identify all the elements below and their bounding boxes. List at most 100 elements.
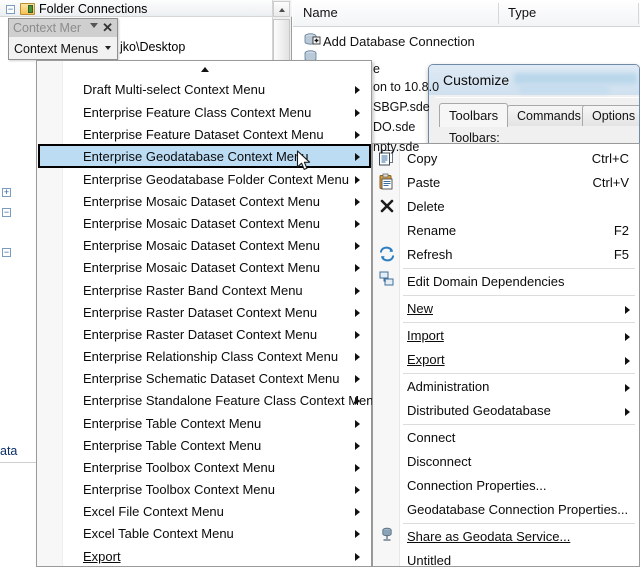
submenu-arrow-icon [625, 384, 630, 392]
menu-item-19[interactable]: Excel File Context Menu [38, 499, 371, 523]
menu-item-label: Enterprise Geodatabase Folder Context Me… [83, 171, 349, 187]
menu-item-6[interactable]: Enterprise Mosaic Dataset Context Menu [38, 211, 371, 235]
column-header-type[interactable]: Type [508, 5, 536, 20]
tree-obscured-item-1: SBGP.sde [373, 100, 430, 114]
menu-item-11[interactable]: Enterprise Raster Dataset Context Menu [38, 322, 371, 346]
context-menus-dropdown-label: Context Menus [14, 41, 99, 56]
submenu-arrow-icon [625, 357, 630, 365]
contents-row-add-database-connection[interactable]: Add Database Connection [323, 34, 475, 49]
submenu-item-accel: Ctrl+C [591, 151, 629, 166]
submenu-arrow-icon [625, 333, 630, 341]
menu-item-15[interactable]: Enterprise Table Context Menu [38, 411, 371, 435]
submenu-arrow-icon [355, 287, 360, 295]
submenu-item-rename[interactable]: Rename F2 [374, 219, 639, 243]
submenu-arrow-icon [355, 86, 360, 94]
submenu-arrow-icon [355, 486, 360, 494]
titlebar-blurred-text-1 [514, 73, 637, 84]
submenu-item-label: New [407, 301, 434, 316]
customize-dialog: Customize Toolbars Commands Options Tool… [428, 64, 640, 150]
tree-toggle-root[interactable]: − [6, 5, 15, 14]
submenu-arrow-icon [355, 397, 360, 405]
menu-item-16[interactable]: Enterprise Table Context Menu [38, 433, 371, 457]
submenu-arrow-icon [355, 508, 360, 516]
submenu-arrow-icon [355, 176, 360, 184]
menu-item-4[interactable]: Enterprise Geodatabase Folder Context Me… [38, 167, 371, 191]
menu-item-20[interactable]: Excel Table Context Menu [38, 521, 371, 545]
submenu-item-edit-domain-dependencies[interactable]: Edit Domain Dependencies [374, 270, 639, 294]
submenu-item-untitled[interactable]: Untitled [374, 549, 639, 567]
menu-item-3-selected[interactable]: Enterprise Geodatabase Context Menu [38, 144, 371, 168]
submenu-item-import[interactable]: Import [374, 324, 639, 348]
tree-item-folder-connections[interactable]: Folder Connections [20, 2, 147, 16]
submenu-item-disconnect[interactable]: Disconnect [374, 450, 639, 474]
submenu-item-connection-properties[interactable]: Connection Properties... [374, 474, 639, 498]
menu-item-1[interactable]: Enterprise Feature Class Context Menu [38, 100, 371, 124]
menu-item-0[interactable]: Draft Multi-select Context Menu [38, 77, 371, 101]
menu-item-5[interactable]: Enterprise Mosaic Dataset Context Menu [38, 189, 371, 213]
submenu-item-label: Untitled [407, 553, 452, 567]
menu-item-label: Enterprise Table Context Menu [83, 437, 262, 453]
customize-dialog-titlebar[interactable]: Customize [429, 65, 639, 95]
submenu-item-connect[interactable]: Connect [374, 426, 639, 450]
submenu-arrow-icon [355, 420, 360, 428]
context-menus-dropdown-button[interactable]: Context Menus [10, 38, 117, 59]
menu-item-18[interactable]: Enterprise Toolbox Context Menu [38, 477, 371, 501]
menu-item-label: Enterprise Feature Dataset Context Menu [83, 126, 324, 142]
submenu-item-label: Connect [407, 430, 456, 445]
menu-item-label: Enterprise Raster Band Context Menu [83, 282, 303, 298]
menu-item-10[interactable]: Enterprise Raster Dataset Context Menu [38, 300, 371, 324]
menu-item-label: Enterprise Feature Class Context Menu [83, 104, 312, 120]
menu-item-label: Draft Multi-select Context Menu [83, 81, 266, 97]
scrollbar-thumb[interactable] [273, 19, 290, 61]
server-icon [382, 527, 392, 541]
submenu-item-geodatabase-connection-properties[interactable]: Geodatabase Connection Properties... [374, 498, 639, 522]
tree-toggle-minus-1[interactable]: − [2, 208, 11, 217]
menu-item-9[interactable]: Enterprise Raster Band Context Menu [38, 278, 371, 302]
menu-item-14[interactable]: Enterprise Standalone Feature Class Cont… [38, 388, 381, 412]
scroll-up-icon[interactable] [273, 1, 290, 17]
chevron-down-icon[interactable] [90, 23, 98, 28]
submenu-item-label: Paste [407, 175, 441, 190]
submenu-item-label: Distributed Geodatabase [407, 403, 551, 418]
menu-item-12[interactable]: Enterprise Relationship Class Context Me… [38, 344, 371, 368]
column-divider-1[interactable] [498, 3, 499, 24]
menu-item-21[interactable]: Export [38, 544, 371, 567]
submenu-item-distributed-geodatabase[interactable]: Distributed Geodatabase [374, 399, 639, 423]
submenu-item-share-as-geodata-service[interactable]: Share as Geodata Service... [374, 525, 639, 549]
submenu-item-new[interactable]: New [374, 297, 639, 321]
column-header-name[interactable]: Name [303, 5, 338, 20]
tree-toggle-minus-2[interactable]: − [2, 248, 11, 257]
contents-row-label: Add Database Connection [323, 34, 475, 49]
menu-item-7[interactable]: Enterprise Mosaic Dataset Context Menu [38, 233, 371, 257]
tree-item-label: Folder Connections [39, 2, 148, 16]
chevron-down-icon-small[interactable] [105, 46, 111, 50]
toolbar-titlebar[interactable]: Context Mer ✕ [9, 19, 117, 37]
submenu-item-accel: F2 [613, 223, 629, 238]
submenu-arrow-icon [355, 109, 360, 117]
submenu-item-administration[interactable]: Administration [374, 375, 639, 399]
tab-commands[interactable]: Commands [507, 105, 591, 126]
column-divider-2[interactable] [638, 3, 639, 24]
tab-toolbars[interactable]: Toolbars [439, 103, 509, 127]
menu-item-2[interactable]: Enterprise Feature Dataset Context Menu [38, 122, 371, 146]
menu-scroll-up-arrow[interactable] [38, 62, 371, 76]
submenu-item-delete[interactable]: Delete [374, 195, 639, 219]
menu-item-8[interactable]: Enterprise Mosaic Dataset Context Menu [38, 255, 371, 279]
submenu-item-refresh[interactable]: Refresh F5 [374, 243, 639, 267]
menu-item-13[interactable]: Enterprise Schematic Dataset Context Men… [38, 366, 371, 390]
context-menus-dropdown-list: Draft Multi-select Context Menu Enterpri… [36, 60, 381, 567]
submenu-arrow-icon [355, 198, 360, 206]
submenu-item-label: Edit Domain Dependencies [407, 274, 565, 289]
menu-item-label: Enterprise Relationship Class Context Me… [83, 348, 339, 364]
refresh-icon [380, 246, 394, 262]
menu-item-17[interactable]: Enterprise Toolbox Context Menu [38, 455, 371, 479]
close-icon[interactable]: ✕ [102, 20, 113, 35]
domain-icon [379, 271, 394, 286]
tree-partial-label: ata [0, 444, 18, 458]
submenu-item-export[interactable]: Export [374, 348, 639, 372]
tree-toggle-plus[interactable]: + [2, 188, 11, 197]
menu-item-label: Enterprise Schematic Dataset Context Men… [83, 370, 340, 386]
paste-icon [379, 173, 393, 190]
submenu-item-paste[interactable]: Paste Ctrl+V [374, 171, 639, 195]
tab-options[interactable]: Options [582, 105, 639, 126]
